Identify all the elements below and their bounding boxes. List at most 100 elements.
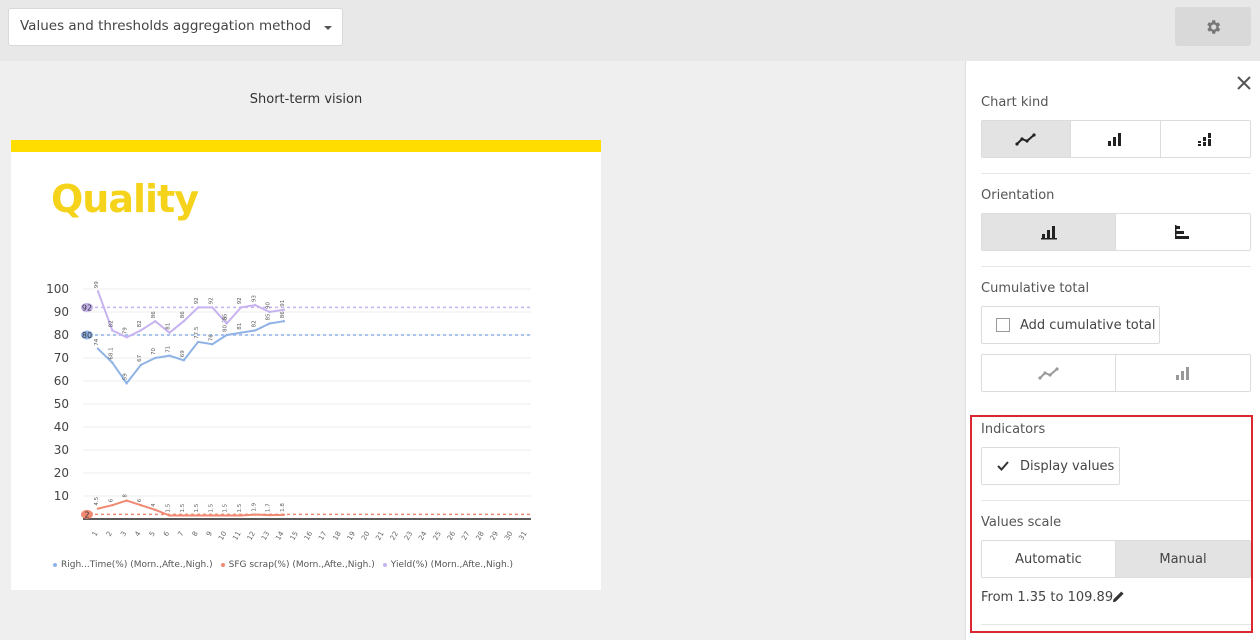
x-tick-label: 11 <box>231 530 242 542</box>
data-label: 92 <box>194 297 200 304</box>
legend-swatch <box>382 562 387 567</box>
data-point <box>168 331 171 334</box>
data-label: 6 <box>137 498 143 502</box>
display-values-checkbox[interactable]: Display values <box>981 447 1120 485</box>
x-tick-label: 25 <box>432 530 443 542</box>
data-point <box>168 514 171 517</box>
data-label: 1.5 <box>237 503 243 512</box>
chart-kind-label: Chart kind <box>981 95 1049 110</box>
checkbox-unchecked <box>996 318 1010 332</box>
data-label: 92 <box>237 297 243 304</box>
data-label: 4 <box>151 503 157 507</box>
data-label: 76 <box>208 334 214 341</box>
x-tick-label: 16 <box>303 530 315 542</box>
legend-item[interactable]: Yield(%) (Morn.,Afte.,Nigh.) <box>382 560 513 570</box>
scale-manual-button[interactable]: Manual <box>1116 541 1250 577</box>
add-cumulative-total-checkbox[interactable]: Add cumulative total <box>981 306 1160 344</box>
data-label: 81 <box>166 323 172 330</box>
data-point <box>268 322 271 325</box>
data-point <box>139 329 143 332</box>
data-point <box>211 343 214 346</box>
y-tick-label: 10 <box>54 489 69 503</box>
x-tick-label: 1 <box>91 530 100 538</box>
x-tick-label: 9 <box>205 530 214 538</box>
x-tick-label: 10 <box>217 530 228 542</box>
data-label: 82 <box>137 320 143 327</box>
data-label: 86 <box>151 311 157 318</box>
data-point <box>282 320 286 323</box>
chart-kind-stacked-button[interactable] <box>1160 121 1250 157</box>
aggregation-method-select[interactable]: Values and thresholds aggregation method <box>8 8 343 46</box>
data-label: 74 <box>94 338 100 345</box>
data-point <box>154 320 157 323</box>
data-label: 85 <box>266 313 272 320</box>
data-point <box>125 499 128 502</box>
cumulative-bar-button[interactable] <box>1116 355 1250 391</box>
chart-kind-line-button[interactable] <box>982 121 1072 157</box>
cumulative-line-button[interactable] <box>982 355 1116 391</box>
data-label: 1.5 <box>208 503 214 512</box>
legend-swatch <box>53 562 57 567</box>
data-point <box>96 347 100 350</box>
close-icon[interactable] <box>1235 74 1253 92</box>
x-tick-label: 27 <box>460 530 471 542</box>
line-chart: 1020304050607080901001 2 3 4 5 6 7 8 9 10 11 12 13 14… <box>46 281 531 542</box>
legend-item[interactable]: Righ...Time(%) (Morn.,Afte.,Nigh.) <box>53 560 213 570</box>
data-point <box>125 382 128 385</box>
line-chart-icon <box>1037 367 1059 380</box>
pencil-icon[interactable] <box>1111 589 1126 604</box>
top-bar: Values and thresholds aggregation method <box>0 0 1260 61</box>
divider <box>981 266 1251 267</box>
chart-kind-bar-button[interactable] <box>1071 121 1161 157</box>
x-tick-label: 4 <box>133 530 142 538</box>
data-label: 67 <box>137 354 143 361</box>
data-point <box>139 363 143 367</box>
data-label: 93 <box>251 295 257 302</box>
cumulative-total-label: Cumulative total <box>981 281 1090 296</box>
aggregation-method-label: Values and thresholds aggregation method <box>20 18 312 34</box>
divider <box>981 173 1251 174</box>
data-point <box>282 308 286 311</box>
data-label: 69 <box>180 350 186 357</box>
divider <box>981 500 1251 501</box>
data-label: 1.8 <box>280 503 286 512</box>
orientation-horizontal-button[interactable] <box>1116 214 1250 250</box>
legend-label: Righ...Time(%) (Morn.,Afte.,Nigh.) <box>61 560 213 570</box>
data-point <box>211 306 214 309</box>
data-point <box>254 513 257 516</box>
x-tick-label: 26 <box>446 530 458 542</box>
horizontal-bars-icon <box>1175 225 1189 239</box>
data-label: 1.5 <box>194 503 200 512</box>
x-tick-label: 15 <box>289 530 300 542</box>
line-chart-icon <box>1015 133 1036 146</box>
data-point <box>268 310 271 314</box>
data-point <box>211 514 214 517</box>
x-tick-label: 7 <box>176 530 185 538</box>
bar-chart-icon <box>1108 133 1122 146</box>
x-tick-label: 28 <box>474 530 485 542</box>
data-point <box>239 306 243 309</box>
data-label: 86 <box>180 311 186 318</box>
x-tick-label: 14 <box>274 530 286 542</box>
x-tick-label: 5 <box>148 530 157 538</box>
scale-automatic-button[interactable]: Automatic <box>982 541 1116 577</box>
data-point <box>168 354 171 357</box>
data-point <box>111 329 114 332</box>
settings-button[interactable] <box>1175 7 1251 46</box>
data-label: 70 <box>151 348 157 355</box>
x-tick-label: 21 <box>374 530 385 542</box>
data-point <box>239 514 243 517</box>
legend-item[interactable]: SFG scrap(%) (Morn.,Afte.,Nigh.) <box>220 560 375 570</box>
values-scale-selector: Automatic Manual <box>981 540 1251 578</box>
data-point <box>254 303 257 307</box>
data-label: 99 <box>94 281 100 288</box>
stacked-bar-icon <box>1198 133 1212 146</box>
x-tick-label: 31 <box>517 530 528 542</box>
data-label: 68.1 <box>108 347 114 359</box>
values-scale-label: Values scale <box>981 515 1062 530</box>
data-point <box>239 331 243 334</box>
scale-range-text: From 1.35 to 109.89 <box>981 590 1114 605</box>
orientation-vertical-button[interactable] <box>982 214 1116 250</box>
x-tick-label: 22 <box>389 530 400 542</box>
x-tick-label: 3 <box>119 530 128 538</box>
